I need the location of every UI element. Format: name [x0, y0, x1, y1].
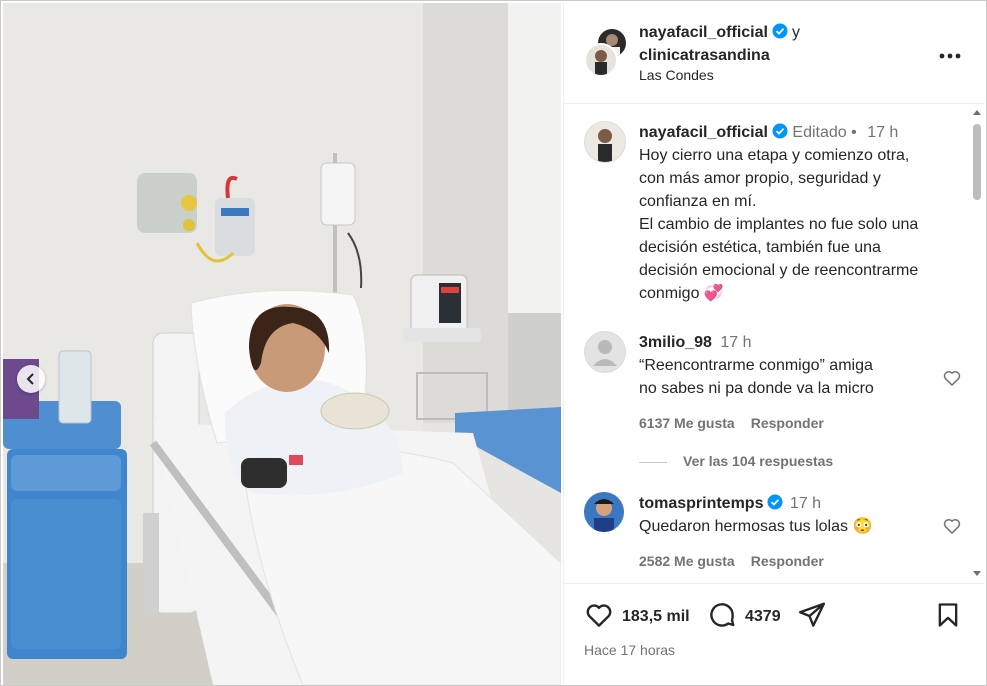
post-photo: [3, 3, 561, 685]
default-user-icon: [593, 340, 617, 366]
edited-label: Editado: [792, 124, 847, 141]
comment-likes[interactable]: 6137 Me gusta: [639, 415, 735, 431]
header-conjunction: y: [791, 24, 800, 41]
post-window: nayafacil_official y clinicatrasandina La…: [0, 0, 987, 686]
more-options-button[interactable]: [939, 39, 961, 65]
caption-username[interactable]: nayafacil_official: [639, 124, 768, 141]
verified-badge-icon: [772, 123, 788, 139]
caption-line: confianza en mí.: [639, 193, 757, 210]
comment-text-line: no sabes ni pa donde va la micro: [639, 380, 874, 397]
comment-body: tomasprintemps 17 h Quedaron hermosas tu…: [639, 492, 939, 573]
comment-text: Quedaron hermosas tus lolas 😳: [639, 518, 873, 535]
caption-line: Hoy cierro una etapa y comienzo otra,: [639, 147, 910, 164]
caption-body: nayafacil_official Editado • 17 h Hoy ci…: [639, 121, 939, 305]
caption-line: decisión estética, también fue una: [639, 239, 881, 256]
comment-bubble-icon[interactable]: [707, 600, 737, 630]
comment-username[interactable]: tomasprintemps: [639, 495, 763, 512]
header-usernames: nayafacil_official y clinicatrasandina: [639, 21, 800, 67]
reply-button[interactable]: Responder: [751, 415, 824, 431]
like-heart-icon[interactable]: [584, 600, 614, 630]
comments-scrollbar[interactable]: [969, 106, 985, 580]
caption-time[interactable]: 17 h: [867, 124, 898, 141]
header-username-2[interactable]: clinicatrasandina: [639, 47, 770, 64]
location-link[interactable]: Las Condes: [639, 67, 714, 83]
avatar-image: [595, 50, 607, 75]
post-header: nayafacil_official y clinicatrasandina La…: [564, 3, 985, 104]
post-side-panel: nayafacil_official y clinicatrasandina La…: [563, 3, 985, 685]
comment-time[interactable]: 17 h: [720, 334, 751, 351]
comment-count[interactable]: 4379: [745, 608, 781, 626]
comment-avatar[interactable]: [584, 492, 624, 532]
scroll-down-arrow-icon[interactable]: [972, 570, 982, 578]
save-bookmark-icon[interactable]: [934, 600, 962, 630]
post-timestamp[interactable]: Hace 17 horas: [584, 642, 675, 658]
previous-image-button[interactable]: [17, 365, 45, 393]
avatar-image: [598, 129, 612, 162]
reply-button[interactable]: Responder: [751, 553, 824, 569]
comment-meta: 6137 Me gusta Responder: [639, 412, 939, 435]
comment-avatar[interactable]: [584, 331, 626, 373]
comments-section[interactable]: nayafacil_official Editado • 17 h Hoy ci…: [564, 104, 985, 582]
avatar-naya[interactable]: [584, 43, 618, 77]
caption-line: con más amor propio, seguridad y: [639, 170, 881, 187]
comment-meta: 2582 Me gusta Responder: [639, 550, 939, 573]
like-count[interactable]: 183,5 mil: [622, 608, 690, 626]
scroll-up-arrow-icon[interactable]: [972, 108, 982, 116]
caption-line: conmigo 💞: [639, 285, 724, 302]
post-actions: 183,5 mil 4379 Hace 17 horas: [564, 583, 985, 686]
avatar-image: [594, 499, 614, 532]
verified-badge-icon: [767, 494, 783, 510]
comment-body: 3milio_98 17 h “Reencontrarme conmigo” a…: [639, 331, 939, 435]
share-send-icon[interactable]: [797, 600, 827, 630]
comment-likes[interactable]: 2582 Me gusta: [639, 553, 735, 569]
header-username-1[interactable]: nayafacil_official: [639, 24, 768, 41]
comment-username[interactable]: 3milio_98: [639, 334, 712, 351]
comment-text-line: “Reencontrarme conmigo” amiga: [639, 357, 873, 374]
caption-line: El cambio de implantes no fue solo una: [639, 216, 919, 233]
more-horizontal-icon: [939, 53, 961, 59]
hospital-room-image: [3, 3, 561, 685]
view-replies-button[interactable]: Ver las 104 respuestas: [639, 453, 833, 469]
like-comment-heart-icon[interactable]: [942, 516, 962, 536]
separator-dot: •: [851, 124, 857, 141]
verified-badge-icon: [772, 23, 788, 39]
comment-time[interactable]: 17 h: [790, 495, 821, 512]
caption-avatar[interactable]: [584, 121, 626, 163]
caption-line: decisión emocional y de reencontrarme: [639, 262, 919, 279]
like-comment-heart-icon[interactable]: [942, 368, 962, 388]
chevron-left-icon: [26, 373, 34, 385]
collab-avatars[interactable]: [584, 27, 628, 77]
scrollbar-thumb[interactable]: [973, 124, 981, 200]
